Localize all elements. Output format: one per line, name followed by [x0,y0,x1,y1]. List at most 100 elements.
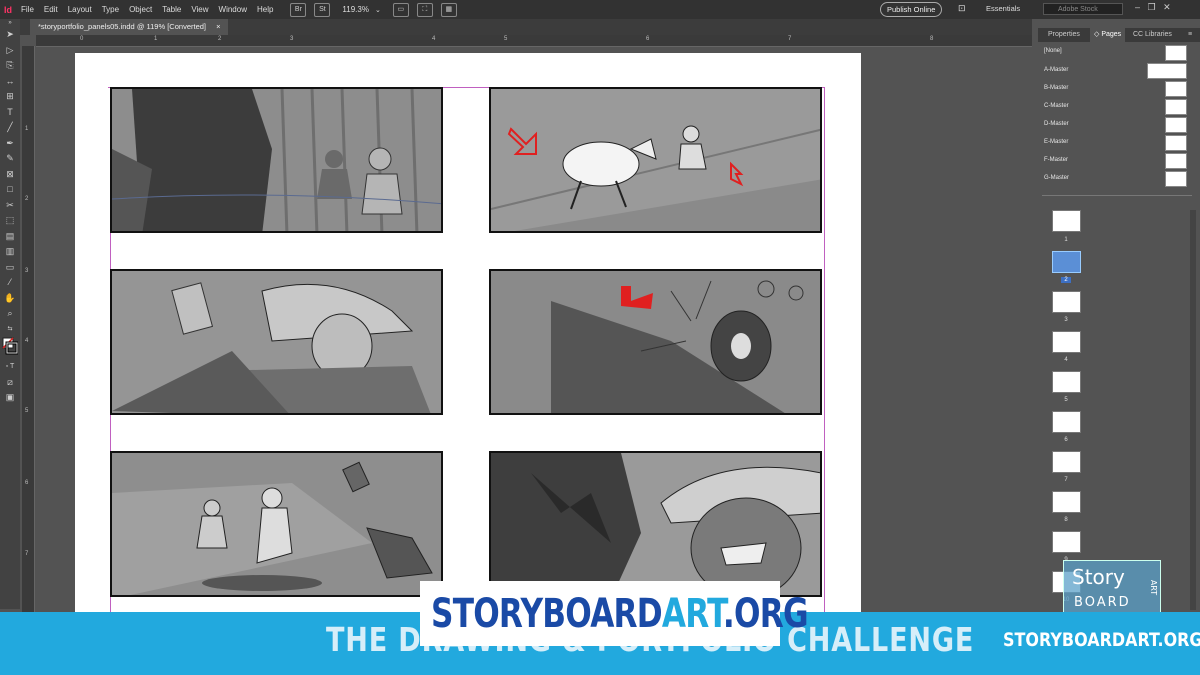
selection-tool-icon[interactable]: ➤ [0,27,20,43]
master-c[interactable]: C-Master [1044,103,1069,109]
master-thumbnail[interactable] [1147,63,1187,79]
publish-online-button[interactable]: Publish Online [880,2,943,17]
menu-table[interactable]: Table [157,5,186,14]
menu-file[interactable]: File [16,5,39,14]
storyboard-panel-4[interactable] [489,269,822,415]
panel-divider[interactable] [1042,195,1192,196]
zoom-level[interactable]: 119.3% [342,5,369,14]
swap-colors-icon[interactable]: ⇆ [0,322,20,338]
menu-help[interactable]: Help [252,5,278,14]
storyboard-panel-5[interactable] [110,451,443,597]
gap-tool-icon[interactable]: ↔ [0,74,20,90]
zoom-tool-icon[interactable]: ⌕ [0,306,20,322]
storyboard-panel-6[interactable] [489,451,822,597]
page-thumbnail[interactable] [1052,451,1081,473]
page-thumbnail-selected[interactable] [1052,251,1081,273]
chevron-down-icon[interactable]: ⌄ [375,6,381,14]
line-tool-icon[interactable]: ╱ [0,120,20,136]
menu-bar: Id File Edit Layout Type Object Table Vi… [0,0,1200,19]
menu-object[interactable]: Object [124,5,157,14]
page-thumbnail[interactable] [1052,531,1081,553]
formatting-container-icon[interactable]: ▫ T [0,359,20,375]
window-controls[interactable]: – ❐ ✕ [1135,2,1171,13]
gradient-swatch-tool-icon[interactable]: ▤ [0,229,20,245]
page-thumbnail[interactable] [1052,210,1081,232]
master-g[interactable]: G-Master [1044,175,1069,181]
fill-stroke-swatch-icon[interactable] [0,337,20,359]
master-thumbnail[interactable] [1165,117,1187,133]
type-tool-icon[interactable]: T [0,105,20,121]
ruler-label: 1 [154,36,158,42]
direct-selection-tool-icon[interactable]: ▷ [0,43,20,59]
eyedropper-tool-icon[interactable]: ⁄ [0,275,20,291]
screen-mode-tool-icon[interactable]: ▣ [0,390,20,406]
master-none[interactable]: [None] [1044,48,1062,54]
gradient-feather-tool-icon[interactable]: ▥ [0,244,20,260]
hand-tool-icon[interactable]: ✋ [0,291,20,307]
menu-window[interactable]: Window [214,5,252,14]
master-thumbnail[interactable] [1165,135,1187,151]
watermark-story: Story [1072,565,1125,589]
horizontal-ruler: 0 1 2 3 4 5 6 7 8 [36,35,1032,47]
menu-view[interactable]: View [186,5,213,14]
pen-tool-icon[interactable]: ✒ [0,136,20,152]
page-tool-icon[interactable]: ⎘ [0,58,20,74]
master-d[interactable]: D-Master [1044,121,1069,127]
master-thumbnail[interactable] [1165,45,1187,61]
panel-tabs: Properties ◇ Pages CC Libraries ≡ [1038,28,1200,42]
page-number: 4 [1064,357,1068,363]
storyboard-panel-3[interactable] [110,269,443,415]
ruler-label: 7 [25,551,29,557]
document-page[interactable] [75,53,861,618]
master-thumbnail[interactable] [1165,81,1187,97]
tab-properties[interactable]: Properties [1048,28,1080,42]
close-icon[interactable]: × [216,22,220,31]
menu-layout[interactable]: Layout [63,5,97,14]
stock-icon[interactable]: St [314,2,331,17]
page-thumbnail[interactable] [1052,371,1081,393]
view-options-icon[interactable]: ▭ [392,2,409,17]
master-a[interactable]: A-Master [1044,67,1068,73]
pencil-tool-icon[interactable]: ✎ [0,151,20,167]
storyboard-panel-1[interactable] [110,87,443,233]
rectangle-tool-icon[interactable]: □ [0,182,20,198]
search-input[interactable]: Adobe Stock [1043,3,1123,15]
share-icon[interactable]: ⊡ [958,3,966,14]
watermark-board: BOARD [1074,595,1131,610]
storyboard-panel-2[interactable] [489,87,822,233]
panel-menu-icon[interactable]: ≡ [1188,28,1192,42]
scissors-tool-icon[interactable]: ✂ [0,198,20,214]
master-b[interactable]: B-Master [1044,85,1068,91]
page-thumbnail[interactable] [1052,491,1081,513]
ruler-label: 3 [25,268,29,274]
ruler-label: 5 [504,36,508,42]
document-tab[interactable]: *storyportfolio_panels05.indd @ 119% [Co… [30,19,229,35]
screen-mode-icon[interactable]: ⛶ [416,2,433,17]
page-thumbnail[interactable] [1052,291,1081,313]
ruler-label: 2 [25,196,29,202]
menu-edit[interactable]: Edit [39,5,63,14]
master-thumbnail[interactable] [1165,171,1187,187]
collapse-icon[interactable]: » [0,19,20,27]
master-thumbnail[interactable] [1165,153,1187,169]
workspace-switcher[interactable]: Essentials [986,4,1020,13]
pages-scrollbar[interactable] [1190,210,1196,610]
page-thumbnail[interactable] [1052,331,1081,353]
document-tabbar: *storyportfolio_panels05.indd @ 119% [Co… [20,19,1032,35]
arrange-documents-icon[interactable]: ▦ [440,2,457,17]
note-tool-icon[interactable]: ▭ [0,260,20,276]
tab-pages[interactable]: ◇ Pages [1090,28,1126,42]
ruler-label: 4 [25,338,29,344]
master-thumbnail[interactable] [1165,99,1187,115]
menu-type[interactable]: Type [97,5,124,14]
apply-none-icon[interactable]: ⧄ [0,375,20,391]
tab-cc-libraries[interactable]: CC Libraries [1133,28,1172,42]
content-collector-icon[interactable]: ⊞ [0,89,20,105]
bridge-icon[interactable]: Br [290,2,307,17]
free-transform-tool-icon[interactable]: ⬚ [0,213,20,229]
master-f[interactable]: F-Master [1044,157,1068,163]
page-number: 6 [1064,437,1068,443]
rectangle-frame-tool-icon[interactable]: ⊠ [0,167,20,183]
page-thumbnail[interactable] [1052,411,1081,433]
master-e[interactable]: E-Master [1044,139,1068,145]
